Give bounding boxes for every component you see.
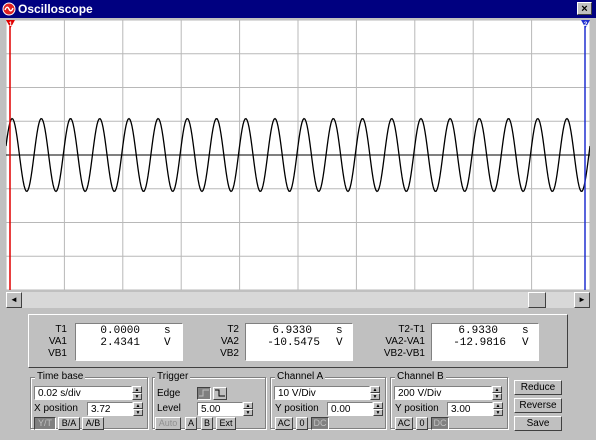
trigger-b-button[interactable]: B (201, 417, 213, 430)
t2-t1-label: T2-T1 (398, 324, 425, 335)
channel-a-ac-button[interactable]: AC (275, 417, 293, 430)
channel-b-y-position-spinner[interactable]: ▲ ▼ (493, 402, 503, 416)
diff-va-unit: V (522, 337, 529, 349)
va1-unit: V (164, 337, 171, 349)
t1-time-value: 0.0000 (100, 325, 140, 337)
channel-a-scale-spinner[interactable]: ▲ ▼ (370, 386, 380, 400)
trigger-a-button[interactable]: A (185, 417, 197, 430)
close-button[interactable]: × (577, 2, 592, 15)
x-position-label: X position (34, 403, 78, 414)
channel-b-y-position-label: Y position (395, 403, 439, 414)
trigger-ext-button[interactable]: Ext (216, 417, 236, 430)
falling-edge-icon[interactable] (213, 387, 227, 400)
t1-time-unit: s (164, 325, 171, 337)
channel-b-zero-button[interactable]: 0 (416, 417, 428, 430)
scroll-right-button[interactable]: ► (574, 292, 590, 308)
t2-time-unit: s (336, 325, 343, 337)
diff-time-unit: s (522, 325, 529, 337)
channel-a-scale-field[interactable]: 10 V/Div (274, 386, 370, 400)
vb1-label: VB1 (48, 348, 67, 359)
trigger-title: Trigger (155, 371, 191, 382)
channel-a-y-position-spinner[interactable]: ▲ ▼ (373, 402, 383, 416)
trigger-level-spinner[interactable]: ▲ ▼ (243, 402, 253, 416)
va2-unit: V (336, 337, 343, 349)
channel-a-group: Channel A 10 V/Div ▲ ▼ Y position 0.00 ▲ ▼… (270, 371, 386, 430)
time-scrollbar[interactable]: ◄ ► (6, 292, 590, 308)
edge-label: Edge (157, 388, 181, 399)
vb2-vb1-label: VB2-VB1 (383, 348, 425, 359)
timebase-group: Time base 0.02 s/div ▲ ▼ X position 3.72 … (30, 371, 148, 430)
cursor-readout-panel: T1 VA1 VB1 0.0000 s 2.4341 V T2 VA2 VB2 … (28, 314, 568, 368)
diff-va-value: -12.9816 (453, 337, 506, 349)
t1-readout-box: 0.0000 s 2.4341 V (75, 323, 183, 361)
timebase-scale-spinner[interactable]: ▲ ▼ (132, 386, 142, 400)
mode-ba-button[interactable]: B/A (58, 417, 80, 430)
va1-label: VA1 (48, 336, 67, 347)
channel-b-dc-button[interactable]: DC (431, 417, 449, 430)
mode-yt-button[interactable]: Y/T (34, 417, 56, 430)
channel-b-scale-field[interactable]: 200 V/Div (394, 386, 492, 400)
va2-value: -10.5475 (267, 337, 320, 349)
scroll-left-button[interactable]: ◄ (6, 292, 22, 308)
rising-edge-icon[interactable] (197, 387, 211, 400)
x-position-field[interactable]: 3.72 (87, 402, 133, 416)
channel-b-group: Channel B 200 V/Div ▲ ▼ Y position 3.00 ▲… (390, 371, 508, 430)
channel-b-title: Channel B (395, 371, 446, 382)
mode-ab-button[interactable]: A/B (82, 417, 104, 430)
reverse-button[interactable]: Reverse (514, 398, 562, 413)
trigger-group: Trigger Edge Level 5.00 ▲ ▼ Auto A B Ext (152, 371, 266, 430)
channel-a-dc-button[interactable]: DC (311, 417, 329, 430)
t1-label: T1 (55, 324, 67, 335)
timebase-scale-field[interactable]: 0.02 s/div (34, 386, 132, 400)
channel-a-zero-button[interactable]: 0 (296, 417, 308, 430)
trigger-level-field[interactable]: 5.00 (197, 402, 243, 416)
diff-time-value: 6.9330 (458, 325, 498, 337)
window-title: Oscilloscope (18, 2, 93, 16)
oscilloscope-app-icon (2, 2, 16, 16)
va2-va1-label: VA2-VA1 (385, 336, 425, 347)
x-position-spinner[interactable]: ▲ ▼ (133, 402, 143, 416)
scroll-thumb[interactable] (528, 292, 546, 308)
reduce-button[interactable]: Reduce (514, 380, 562, 395)
va2-label: VA2 (220, 336, 239, 347)
t2-readout-box: 6.9330 s -10.5475 V (245, 323, 353, 361)
channel-a-y-position-field[interactable]: 0.00 (327, 402, 373, 416)
trigger-auto-button[interactable]: Auto (155, 417, 181, 430)
oscilloscope-screen[interactable]: 1 2 (6, 20, 590, 290)
vb2-label: VB2 (220, 348, 239, 359)
diff-readout-box: 6.9330 s -12.9816 V (431, 323, 539, 361)
channel-a-title: Channel A (275, 371, 326, 382)
channel-b-ac-button[interactable]: AC (395, 417, 413, 430)
channel-b-y-position-field[interactable]: 3.00 (447, 402, 493, 416)
channel-a-y-position-label: Y position (275, 403, 319, 414)
va1-value: 2.4341 (100, 337, 140, 349)
title-bar: Oscilloscope × (0, 0, 596, 18)
t2-label: T2 (227, 324, 239, 335)
t2-time-value: 6.9330 (272, 325, 312, 337)
save-button[interactable]: Save (514, 416, 562, 431)
timebase-title: Time base (35, 371, 86, 382)
channel-b-scale-spinner[interactable]: ▲ ▼ (492, 386, 502, 400)
level-label: Level (157, 403, 181, 414)
